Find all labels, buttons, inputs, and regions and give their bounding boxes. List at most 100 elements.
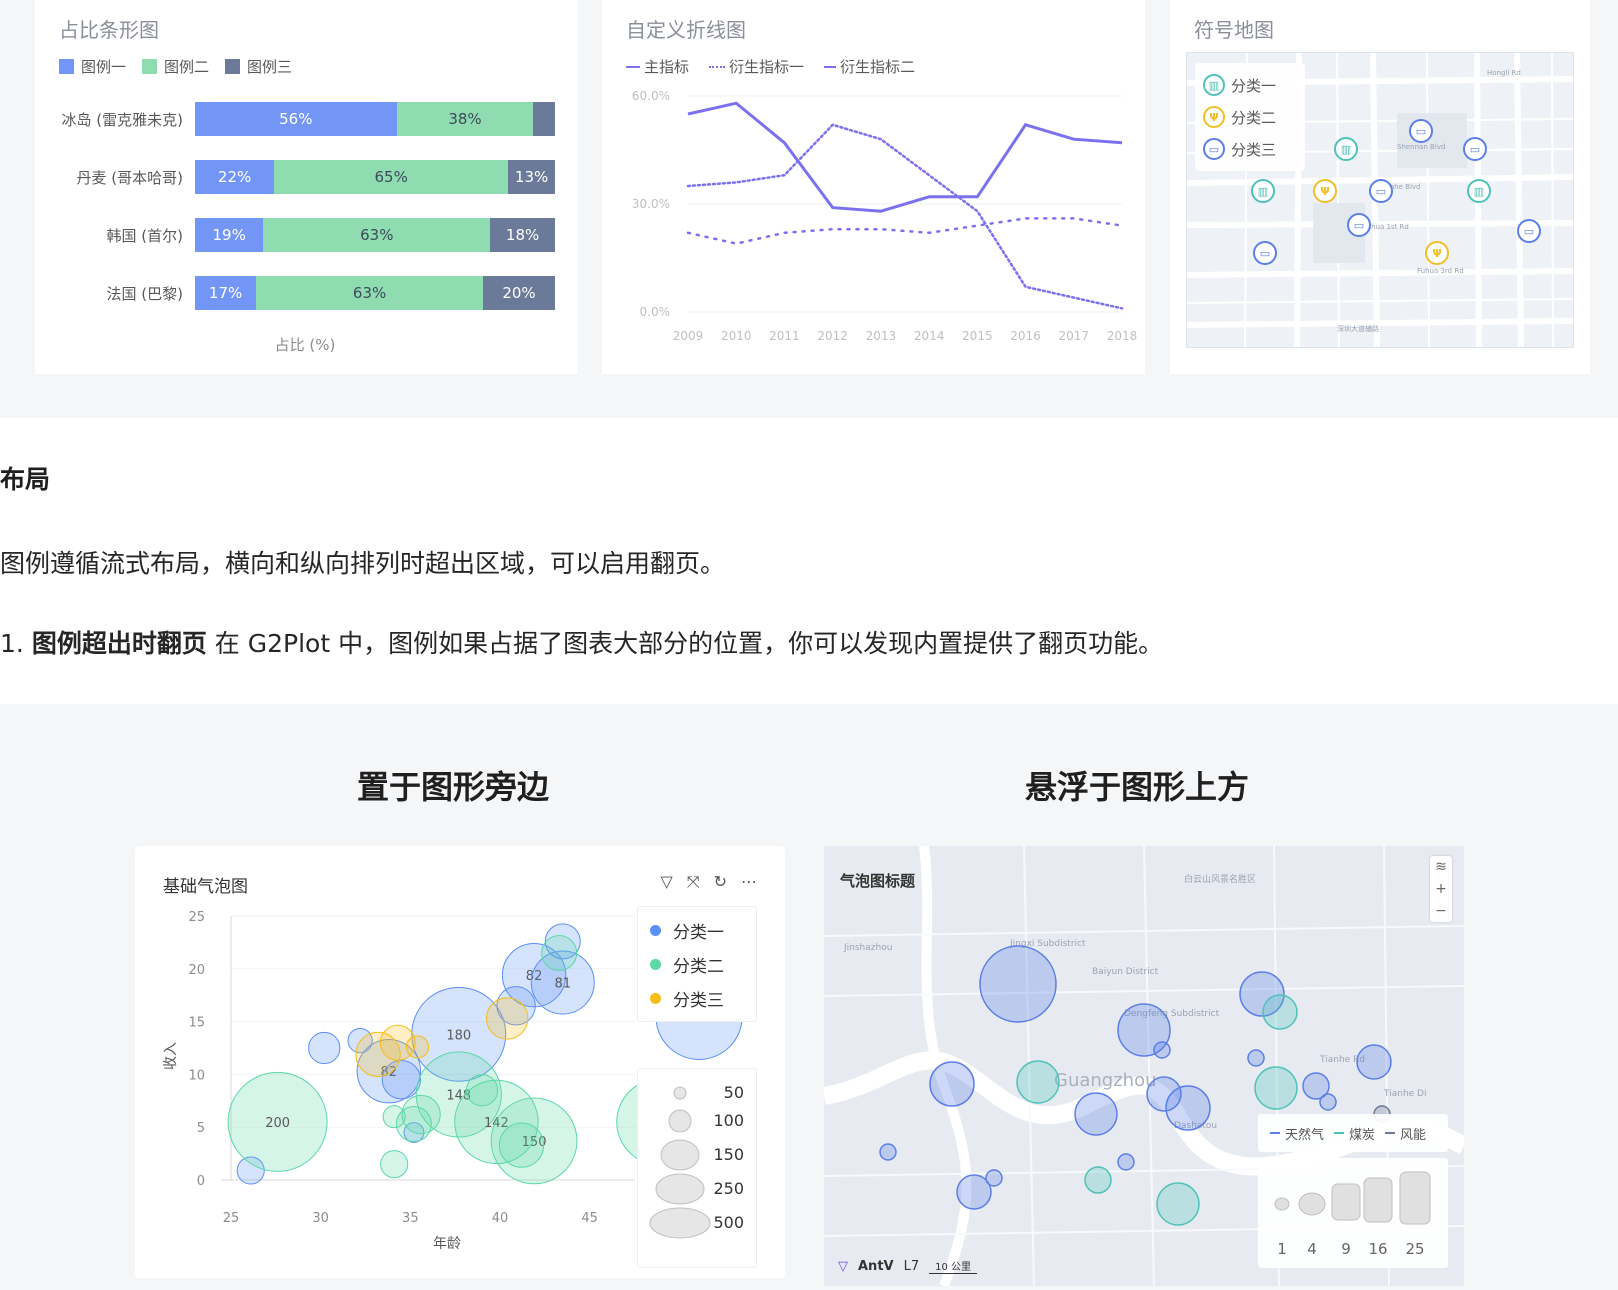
map-marker-car[interactable]: ▭ bbox=[1517, 219, 1541, 243]
legend-item-category-3[interactable]: 分类三 bbox=[638, 981, 756, 1015]
map-bubble[interactable] bbox=[879, 1143, 897, 1161]
y-tick-label: 0 bbox=[197, 1174, 205, 1189]
map-bubble[interactable] bbox=[1356, 1044, 1392, 1080]
size-legend[interactable]: 50 100 150 250 500 bbox=[637, 1068, 757, 1268]
size-label: 4 bbox=[1307, 1240, 1317, 1258]
x-tick-label: 2014 bbox=[914, 329, 945, 343]
map-bubble[interactable] bbox=[929, 1061, 975, 1107]
street-label: Shennan Blvd bbox=[1397, 143, 1445, 151]
bubble-point[interactable] bbox=[498, 1122, 545, 1168]
legend-item-wind[interactable]: 风能 bbox=[1385, 1124, 1426, 1143]
zoom-out-icon[interactable]: − bbox=[1430, 900, 1452, 922]
car-icon: ▭ bbox=[1203, 138, 1225, 160]
bubble-point[interactable] bbox=[541, 934, 578, 971]
legend-label: 图例二 bbox=[164, 58, 210, 76]
map-bubble[interactable] bbox=[1117, 1153, 1135, 1171]
paragraph-text: 在 G2Plot 中，图例如果占据了图表大部分的位置，你可以发现内置提供了翻页功… bbox=[206, 629, 1164, 658]
size-swatch bbox=[649, 1207, 711, 1239]
map-bubble[interactable] bbox=[1084, 1166, 1112, 1194]
legend-dot bbox=[650, 958, 661, 970]
map-bubble[interactable] bbox=[1165, 1085, 1211, 1131]
demo-title-floating: 悬浮于图形上方 bbox=[1025, 768, 1250, 806]
scale-bar: 10 公里 bbox=[929, 1258, 978, 1274]
legend-item-1[interactable]: 图例一 bbox=[59, 56, 126, 77]
bubble-point[interactable] bbox=[380, 1150, 409, 1179]
map-marker-car[interactable]: ▭ bbox=[1253, 241, 1277, 265]
map-marker-car[interactable]: ▭ bbox=[1347, 213, 1371, 237]
series-line[interactable] bbox=[686, 217, 1124, 245]
map-bubble[interactable] bbox=[985, 1169, 1003, 1187]
bar-segment[interactable]: 20% bbox=[482, 276, 555, 310]
map-legend-item-3[interactable]: ▭ 分类三 bbox=[1203, 133, 1297, 165]
map-bubble[interactable] bbox=[1247, 1049, 1265, 1067]
legend-dot bbox=[650, 992, 661, 1004]
legend-label: 分类二 bbox=[673, 956, 724, 977]
y-tick-label: 0.0% bbox=[640, 305, 671, 319]
map-marker-building[interactable]: ▥ bbox=[1334, 137, 1358, 161]
bubble-point[interactable] bbox=[382, 1105, 406, 1129]
map-marker-building[interactable]: ▥ bbox=[1467, 179, 1491, 203]
map-marker-restaurant[interactable]: Ψ bbox=[1313, 179, 1337, 203]
bar-segment[interactable]: 22% bbox=[195, 160, 275, 194]
bar-segment[interactable]: 65% bbox=[274, 160, 509, 194]
map-legend-item-2[interactable]: Ψ 分类二 bbox=[1203, 101, 1297, 133]
legend-item-2[interactable]: 图例二 bbox=[142, 56, 209, 77]
symbol-map-canvas[interactable]: Hongli Rd Shennan Blvd Binhe Blvd Fuhua … bbox=[1186, 52, 1574, 348]
y-tick-label: 5 bbox=[197, 1121, 205, 1136]
x-tick-label: 2016 bbox=[1010, 329, 1041, 343]
legend-item-category-1[interactable]: 分类一 bbox=[638, 913, 756, 947]
map-legend-item-1[interactable]: ▥ 分类一 bbox=[1203, 69, 1297, 101]
symbol-map-title: 符号地图 bbox=[1194, 18, 1274, 42]
map-bubble[interactable] bbox=[1262, 994, 1298, 1030]
bubble-point[interactable] bbox=[405, 1035, 430, 1059]
bubble-map-card[interactable]: 白云山风景名胜区 Baiyun District Jingxi Subdistr… bbox=[824, 846, 1464, 1286]
series-line[interactable] bbox=[686, 123, 1124, 310]
map-marker-car[interactable]: ▭ bbox=[1409, 119, 1433, 143]
floating-size-legend[interactable]: 1 4 9 16 25 bbox=[1258, 1158, 1448, 1268]
map-bubble[interactable] bbox=[1016, 1060, 1060, 1104]
layers-icon[interactable]: ≋ bbox=[1430, 856, 1452, 878]
bar-segment[interactable]: 13% bbox=[508, 160, 555, 194]
bar-segment[interactable] bbox=[533, 102, 555, 136]
legend-item-3[interactable]: 图例三 bbox=[225, 56, 292, 77]
map-bubble[interactable] bbox=[1156, 1182, 1200, 1226]
bubble-point[interactable] bbox=[308, 1031, 341, 1065]
building-icon: ▥ bbox=[1203, 74, 1225, 96]
legend-line bbox=[1334, 1132, 1345, 1134]
bar-segment[interactable]: 18% bbox=[490, 218, 555, 252]
bar-segment[interactable]: 19% bbox=[195, 218, 264, 252]
zoom-in-icon[interactable]: + bbox=[1430, 878, 1452, 900]
bar-track: 22% 65% 13% bbox=[195, 160, 555, 194]
map-marker-restaurant[interactable]: Ψ bbox=[1425, 241, 1449, 265]
bubble-point[interactable] bbox=[485, 997, 529, 1040]
size-swatch bbox=[1399, 1171, 1431, 1225]
legend-label: 分类二 bbox=[1231, 108, 1277, 127]
map-marker-car[interactable]: ▭ bbox=[1463, 137, 1487, 161]
street-label: Fuhua 3rd Rd bbox=[1417, 267, 1464, 275]
x-tick-label: 2009 bbox=[673, 329, 704, 343]
map-bubble[interactable] bbox=[1319, 1093, 1337, 1111]
bar-segment[interactable]: 63% bbox=[263, 218, 491, 252]
size-swatch bbox=[1298, 1192, 1326, 1216]
bar-row: 法国 (巴黎) 17% 63% 20% bbox=[35, 276, 575, 310]
map-bubble[interactable] bbox=[979, 945, 1057, 1023]
size-legend-shapes: 50 100 150 250 500 bbox=[649, 1083, 744, 1239]
map-marker-building[interactable]: ▥ bbox=[1251, 179, 1275, 203]
bar-segment[interactable]: 56% bbox=[195, 102, 397, 136]
map-bubble[interactable] bbox=[1254, 1066, 1298, 1110]
bar-segment[interactable]: 38% bbox=[396, 102, 534, 136]
size-swatch bbox=[660, 1139, 700, 1171]
map-bubble[interactable] bbox=[1153, 1041, 1171, 1059]
map-marker-car[interactable]: ▭ bbox=[1369, 179, 1393, 203]
bar-segment[interactable]: 63% bbox=[256, 276, 483, 310]
bar-track: 19% 63% 18% bbox=[195, 218, 555, 252]
size-swatch bbox=[655, 1173, 705, 1205]
map-bubble[interactable] bbox=[1074, 1092, 1118, 1136]
bar-track: 56% 38% bbox=[195, 102, 555, 136]
bubble-point[interactable] bbox=[465, 1074, 499, 1107]
x-tick-label: 25 bbox=[223, 1211, 240, 1226]
legend-item-category-2[interactable]: 分类二 bbox=[638, 947, 756, 981]
legend-item-gas[interactable]: 天然气 bbox=[1270, 1124, 1324, 1143]
bar-segment[interactable]: 17% bbox=[195, 276, 257, 310]
legend-item-coal[interactable]: 煤炭 bbox=[1334, 1124, 1375, 1143]
